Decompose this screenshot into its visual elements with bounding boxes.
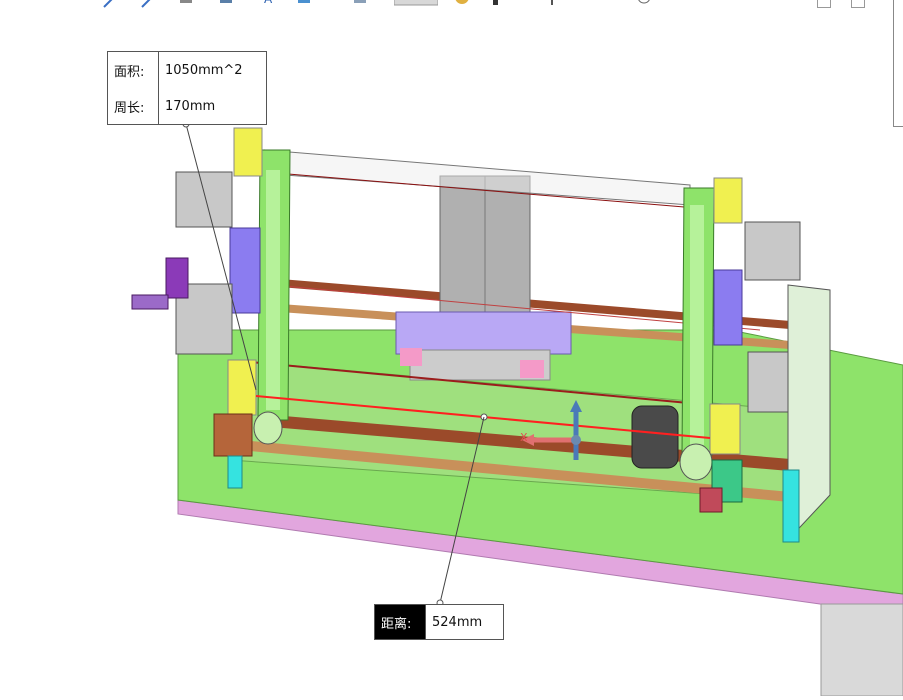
left-yellow-clamp	[233, 127, 263, 177]
triad-x-label: X	[520, 431, 528, 444]
left-brown-block	[213, 413, 253, 457]
area-label: 面积:	[108, 52, 159, 88]
perimeter-label: 周长:	[108, 88, 159, 124]
distance-value: 524mm	[432, 614, 483, 630]
right-yellow-clamp	[713, 177, 743, 224]
left-handle	[165, 257, 189, 299]
area-value: 1050mm^2	[165, 62, 243, 78]
area-row: 面积: 1050mm^2	[108, 52, 266, 88]
left-motor-grey	[175, 171, 233, 228]
perimeter-value: 170mm	[165, 98, 216, 114]
area-measure-callout[interactable]: 面积: 1050mm^2 周长: 170mm	[107, 51, 267, 125]
distance-label: 距离:	[375, 605, 426, 639]
distance-measure-callout[interactable]: 距离: 524mm	[374, 604, 504, 640]
left-purple-block	[229, 227, 261, 314]
right-purple-block	[713, 269, 743, 346]
right-dark-motor	[631, 405, 679, 469]
perimeter-row: 周长: 170mm	[108, 88, 266, 124]
support-leg	[820, 603, 903, 697]
center-plate	[395, 311, 572, 355]
right-motor-grey	[744, 221, 801, 281]
